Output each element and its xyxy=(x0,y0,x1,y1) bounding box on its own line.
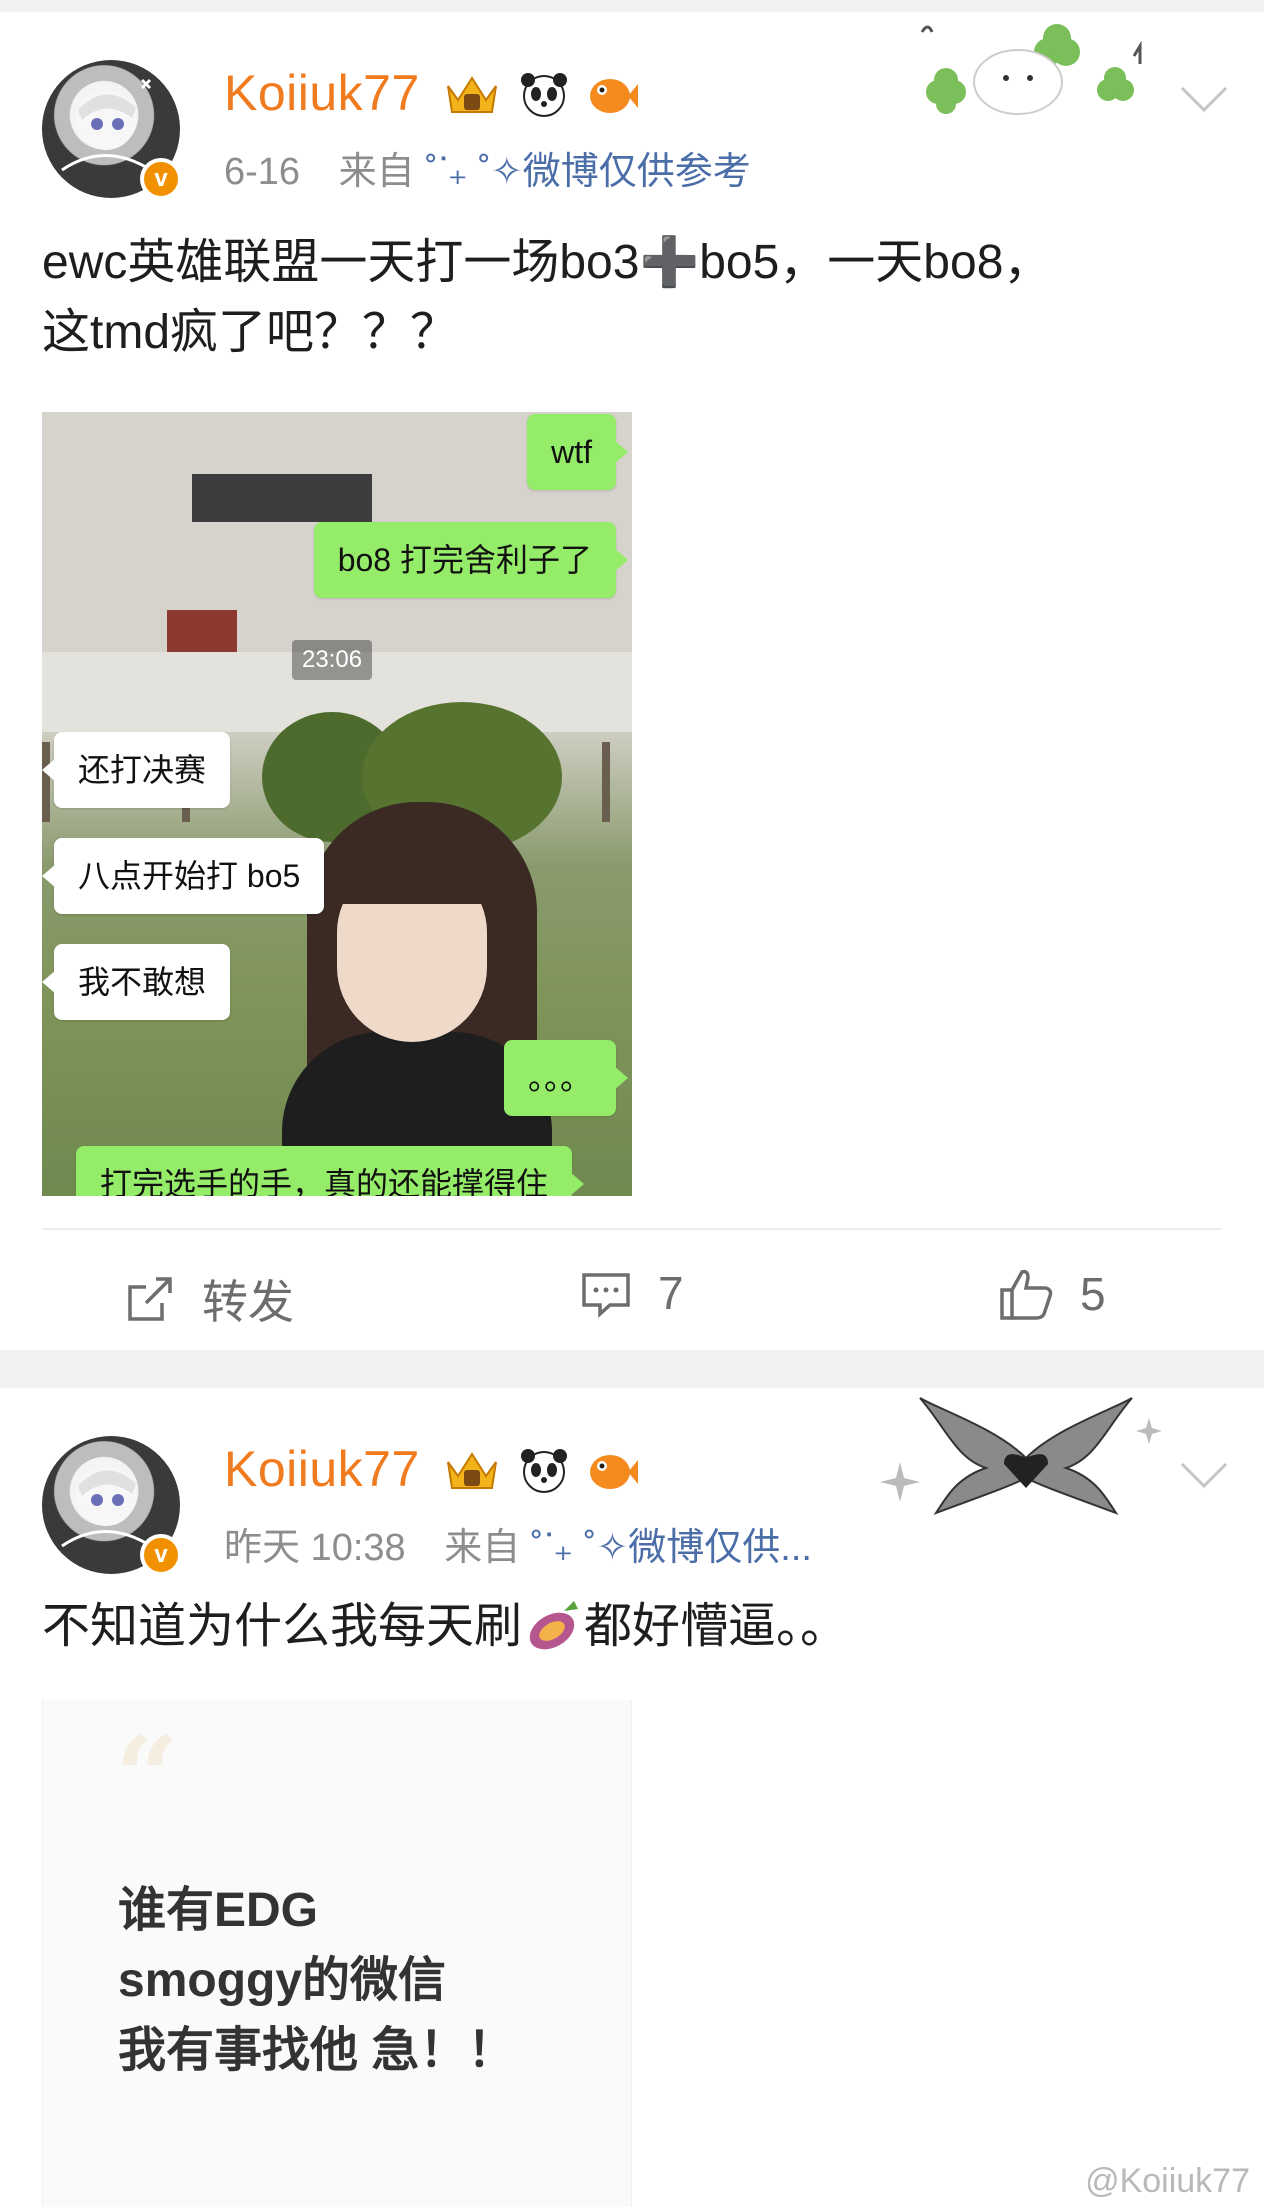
chat-bubble: 还打决赛 xyxy=(42,732,231,808)
fish-badge-icon[interactable] xyxy=(584,1446,640,1494)
from-label: 来自 xyxy=(444,1527,521,1569)
chat-timestamp: 23:06 xyxy=(292,640,373,680)
post-text-line-1: ewc英雄联盟一天打一场bo3➕bo5，一天bo8， xyxy=(42,236,1052,289)
panda-badge-icon[interactable] xyxy=(516,70,572,118)
quote-line: smoggy的微信 xyxy=(118,1954,447,2007)
post-image[interactable]: wtf bo8 打完舍利子了 23:06 还打决赛 八点开始打 bo5 我不敢想… xyxy=(42,412,632,1196)
winged-heart-decoration-icon xyxy=(880,1397,1162,1516)
sweet-potato-emoji-icon xyxy=(529,1601,579,1650)
watermark: @Koiiuk77 xyxy=(1085,2162,1250,2200)
quote-line: 我有事找他 急！！ xyxy=(118,2024,516,2077)
from-label: 来自 xyxy=(338,151,415,193)
chat-bubble: 打完选手的手，真的还能撑得住 xyxy=(76,1146,585,1196)
post-text-part-2: 都好懵逼。。 xyxy=(584,1600,849,1653)
top-separator xyxy=(0,0,1264,12)
crown-badge-icon[interactable] xyxy=(444,1446,500,1494)
repost-button[interactable]: 转发 xyxy=(124,1266,294,1332)
post-card-1[interactable]: v Koiiuk77 6-16 来自 ˚ᐝ₊ ˚✧微博仅供参考 ewc英雄联盟一… xyxy=(0,12,1264,1350)
post-source[interactable]: ˚ᐝ₊ ˚✧微博仅供... xyxy=(531,1527,812,1569)
chat-bubble: 。。。 xyxy=(503,1040,629,1116)
repost-label: 转发 xyxy=(202,1276,294,1328)
verified-icon: v xyxy=(140,158,182,200)
post-text-part-1: 不知道为什么我每天刷 xyxy=(42,1600,523,1653)
repost-icon xyxy=(128,1277,172,1321)
avatar[interactable]: v xyxy=(42,60,182,200)
comment-count: 7 xyxy=(658,1267,684,1319)
username[interactable]: Koiiuk77 xyxy=(224,1440,420,1498)
like-count: 5 xyxy=(1080,1268,1106,1320)
clover-bear-decoration-icon xyxy=(920,24,1142,115)
chevron-down-icon[interactable] xyxy=(1178,1460,1230,1490)
chevron-down-icon[interactable] xyxy=(1178,84,1230,114)
quote-line: 谁有EDG xyxy=(118,1884,319,1937)
post-source[interactable]: ˚ᐝ₊ ˚✧微博仅供参考 xyxy=(425,151,751,193)
like-button[interactable]: 5 xyxy=(998,1266,1106,1322)
action-bar: 转发 7 5 xyxy=(0,1246,1264,1346)
panda-badge-icon[interactable] xyxy=(516,1446,572,1494)
post-text: 不知道为什么我每天刷 都好懵逼。。 xyxy=(42,1592,848,1662)
post-time: 昨天 10:38 xyxy=(224,1527,406,1569)
chat-bubble: bo8 打完舍利子了 xyxy=(313,522,629,598)
post-meta: 6-16 来自 ˚ᐝ₊ ˚✧微博仅供参考 xyxy=(224,140,751,195)
comment-button[interactable]: 7 xyxy=(580,1266,684,1320)
post-meta: 昨天 10:38 来自 ˚ᐝ₊ ˚✧微博仅供... xyxy=(224,1516,812,1571)
thumbs-up-icon xyxy=(1000,1269,1053,1320)
username[interactable]: Koiiuk77 xyxy=(224,64,420,122)
post-text-line-2: 这tmd疯了吧？？？ xyxy=(42,306,459,359)
chat-bubble: wtf xyxy=(527,414,628,490)
crown-badge-icon[interactable] xyxy=(444,70,500,118)
verified-icon: v xyxy=(140,1534,182,1576)
chat-bubble: 我不敢想 xyxy=(42,944,231,1020)
avatar[interactable]: v xyxy=(42,1436,182,1576)
post-separator xyxy=(0,1350,1264,1388)
quote-mark-icon: “ xyxy=(115,1712,179,1841)
comment-icon xyxy=(582,1273,630,1318)
chat-bubble: 八点开始打 bo5 xyxy=(42,838,325,914)
divider xyxy=(42,1228,1222,1230)
quote-image[interactable]: “ 谁有EDG smoggy的微信 我有事找他 急！！ xyxy=(42,1700,632,2207)
post-date: 6-16 xyxy=(224,151,301,193)
fish-badge-icon[interactable] xyxy=(584,70,640,118)
